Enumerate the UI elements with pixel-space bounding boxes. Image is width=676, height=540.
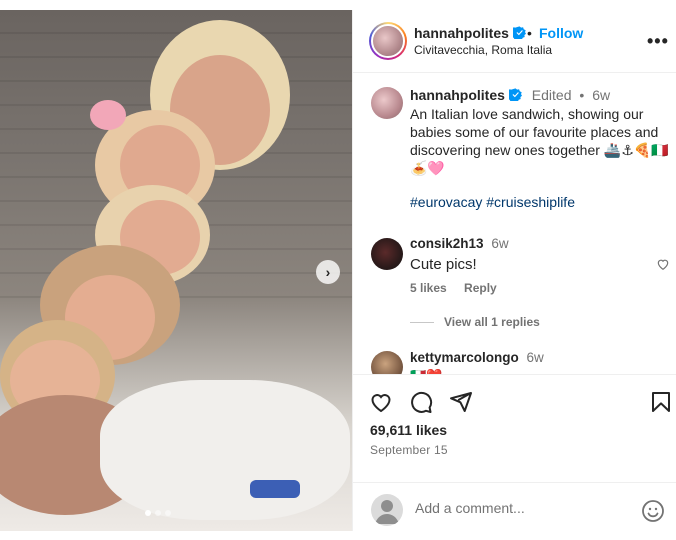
carousel-dot bbox=[155, 510, 161, 516]
commenter-avatar[interactable] bbox=[371, 238, 403, 270]
caption-text: An Italian love sandwich, showing our ba… bbox=[410, 106, 669, 176]
caption-separator: • bbox=[579, 87, 585, 103]
comment-header: kettymarcolongo 6w bbox=[410, 350, 544, 365]
photo-figure bbox=[250, 480, 300, 498]
next-photo-button[interactable]: › bbox=[316, 260, 340, 284]
commenter-username[interactable]: kettymarcolongo bbox=[410, 350, 519, 365]
carousel-dot bbox=[165, 510, 171, 516]
post-header: hannahpolites • Follow Civitavecchia, Ro… bbox=[353, 10, 676, 73]
caption-username[interactable]: hannahpolites bbox=[410, 87, 505, 103]
comment-reply-button[interactable]: Reply bbox=[464, 281, 497, 295]
share-paper-plane-icon[interactable] bbox=[449, 390, 473, 414]
current-user-avatar-icon bbox=[371, 494, 403, 526]
follow-button[interactable]: Follow bbox=[539, 25, 583, 41]
author-avatar[interactable] bbox=[369, 22, 407, 60]
carousel-indicator bbox=[145, 510, 171, 516]
photo-figure bbox=[90, 100, 126, 130]
view-replies-label[interactable]: View all 1 replies bbox=[444, 315, 540, 329]
save-bookmark-icon[interactable] bbox=[649, 390, 673, 414]
carousel-dot bbox=[145, 510, 151, 516]
comment-bubble-icon[interactable] bbox=[409, 390, 433, 414]
comment-like-heart-icon[interactable] bbox=[656, 257, 670, 271]
commenter-avatar[interactable] bbox=[371, 351, 403, 374]
emoji-picker-icon[interactable] bbox=[641, 499, 665, 523]
like-heart-icon[interactable] bbox=[369, 390, 393, 414]
comments-section[interactable]: hannahpolites Edited • 6w An Italian lov… bbox=[353, 74, 676, 374]
commenter-username[interactable]: consik2h13 bbox=[410, 236, 484, 251]
replies-divider-line bbox=[410, 322, 434, 324]
more-options-icon[interactable]: ••• bbox=[647, 32, 669, 50]
caption-author-avatar[interactable] bbox=[371, 87, 403, 119]
post-details-panel: hannahpolites • Follow Civitavecchia, Ro… bbox=[352, 10, 676, 531]
post-date[interactable]: September 15 bbox=[370, 443, 448, 457]
post-photo[interactable]: › bbox=[0, 10, 352, 531]
post-actions-section: 69,611 likes September 15 bbox=[353, 374, 676, 531]
comment-timestamp[interactable]: 6w bbox=[491, 236, 508, 251]
comment-likes-link[interactable]: 5 likes bbox=[410, 281, 447, 295]
post-location-link[interactable]: Civitavecchia, Roma Italia bbox=[414, 43, 552, 57]
header-separator: • bbox=[527, 25, 532, 41]
likes-count[interactable]: 69,611 likes bbox=[370, 422, 447, 438]
photo-figure bbox=[100, 380, 350, 520]
comment-header: consik2h13 6w bbox=[410, 236, 509, 251]
author-username[interactable]: hannahpolites bbox=[414, 25, 509, 41]
caption-edited-label: Edited bbox=[531, 87, 572, 103]
verified-badge-icon bbox=[508, 88, 522, 101]
add-comment-input[interactable] bbox=[415, 500, 635, 516]
comment-text: Cute pics! bbox=[410, 256, 477, 273]
comment-timestamp[interactable]: 6w bbox=[527, 350, 544, 365]
view-replies-button[interactable]: View all 1 replies bbox=[410, 315, 540, 329]
author-username-link[interactable]: hannahpolites bbox=[414, 25, 526, 41]
caption-header: hannahpolites Edited • 6w bbox=[410, 87, 610, 103]
verified-badge-icon bbox=[512, 26, 526, 39]
add-comment-row bbox=[353, 482, 676, 532]
caption-hashtags[interactable]: #eurovacay #cruiseshiplife bbox=[410, 194, 575, 210]
caption-timestamp[interactable]: 6w bbox=[592, 87, 610, 103]
comment-actions: 5 likes Reply bbox=[410, 281, 511, 295]
